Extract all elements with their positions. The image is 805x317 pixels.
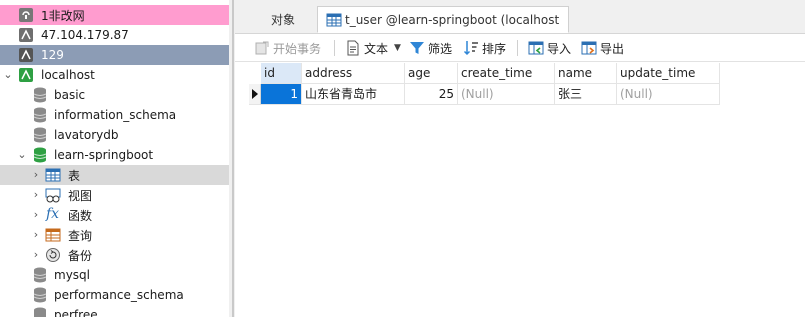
- toolbar-separator: [517, 40, 518, 56]
- tab-bar: 对象 t_user @learn-springboot (localhost).…: [235, 0, 805, 34]
- button-label: 开始事务: [273, 41, 322, 56]
- database-label: learn-springboot: [54, 148, 154, 162]
- tree-item-label: 备份: [68, 248, 93, 263]
- button-label: 导出: [600, 41, 625, 56]
- chevron-right-icon[interactable]: ›: [31, 249, 41, 260]
- tree-item-functions[interactable]: › fx 函数: [0, 205, 229, 225]
- chevron-down-icon[interactable]: ⌄: [3, 69, 13, 80]
- database-label: mysql: [54, 268, 90, 282]
- connection-label: 1非改网: [41, 8, 85, 23]
- column-header-id[interactable]: id: [261, 63, 302, 84]
- begin-transaction-button[interactable]: 开始事务: [254, 38, 321, 58]
- row-indicator-icon[interactable]: [249, 84, 261, 105]
- button-label: 排序: [482, 41, 507, 56]
- column-header-name[interactable]: name: [555, 63, 617, 84]
- main-area: 对象 t_user @learn-springboot (localhost).…: [235, 0, 805, 317]
- button-label: 导入: [547, 41, 572, 56]
- database-item[interactable]: mysql: [0, 265, 229, 285]
- cell-id[interactable]: 1: [261, 84, 302, 105]
- database-icon: [33, 267, 47, 283]
- cell-create-time[interactable]: (Null): [458, 84, 555, 105]
- tree-item-label: 表: [68, 168, 81, 183]
- export-icon: [581, 41, 597, 55]
- database-item[interactable]: lavatorydb: [0, 125, 229, 145]
- backup-icon: [46, 248, 60, 262]
- transaction-icon: [255, 41, 269, 55]
- database-icon: [33, 107, 47, 123]
- table-icon: [45, 168, 61, 182]
- text-view-button[interactable]: 文本 ▼: [345, 38, 401, 58]
- tree-item-tables[interactable]: › 表: [0, 165, 229, 185]
- chevron-right-icon[interactable]: ›: [31, 169, 41, 180]
- tree-item-queries[interactable]: › 查询: [0, 225, 229, 245]
- tree-item-views[interactable]: › 视图: [0, 185, 229, 205]
- database-label: perfree: [54, 308, 98, 317]
- mysql-dolphin-icon: [19, 68, 33, 82]
- mysql-dolphin-icon: [19, 28, 33, 42]
- tree-item-label: 视图: [68, 188, 93, 203]
- connection-localhost[interactable]: ⌄ localhost: [0, 65, 229, 85]
- dropdown-arrow-icon[interactable]: ▼: [394, 43, 401, 53]
- tree-item-backups[interactable]: › 备份: [0, 245, 229, 265]
- database-item[interactable]: information_schema: [0, 105, 229, 125]
- connection-icon: [19, 8, 33, 22]
- tab-label: t_user @learn-springboot (localhost)...: [345, 12, 560, 27]
- toolbar-separator: [334, 40, 335, 56]
- database-icon: [33, 127, 47, 143]
- chevron-right-icon[interactable]: ›: [31, 189, 41, 200]
- tree-item-label: 函数: [68, 208, 93, 223]
- database-icon: [33, 287, 47, 303]
- database-item[interactable]: performance_schema: [0, 285, 229, 305]
- cell-address[interactable]: 山东省青岛市: [302, 84, 405, 105]
- button-label: 文本: [364, 41, 389, 56]
- import-icon: [528, 41, 544, 55]
- connection-item-3[interactable]: 129: [0, 45, 229, 65]
- chevron-right-icon[interactable]: ›: [31, 209, 41, 220]
- database-icon: [34, 307, 46, 317]
- tab-table-t-user[interactable]: t_user @learn-springboot (localhost)...: [317, 6, 569, 33]
- cell-update-time[interactable]: (Null): [617, 84, 720, 105]
- connection-label: localhost: [41, 68, 95, 82]
- import-button[interactable]: 导入: [528, 38, 571, 58]
- database-label: performance_schema: [54, 288, 184, 302]
- cell-age[interactable]: 25: [405, 84, 458, 105]
- column-header-age[interactable]: age: [405, 63, 458, 84]
- connection-item-1[interactable]: 1非改网: [0, 5, 229, 25]
- database-item[interactable]: perfree: [0, 305, 229, 317]
- sort-icon: [463, 41, 478, 56]
- connection-item-2[interactable]: 47.104.179.87: [0, 25, 229, 45]
- chevron-down-icon[interactable]: ⌄: [17, 149, 27, 160]
- cell-name[interactable]: 张三: [555, 84, 617, 105]
- toolbar: 开始事务 文本 ▼ 筛选 排序 导入 导出: [235, 34, 805, 62]
- database-icon: [33, 87, 47, 103]
- mysql-dolphin-icon: [19, 48, 33, 62]
- column-header-update-time[interactable]: update_time: [617, 63, 720, 84]
- column-header-address[interactable]: address: [302, 63, 405, 84]
- sort-button[interactable]: 排序: [463, 38, 506, 58]
- database-item[interactable]: basic: [0, 85, 229, 105]
- database-label: basic: [54, 88, 86, 102]
- export-button[interactable]: 导出: [581, 38, 624, 58]
- database-label: information_schema: [54, 108, 177, 122]
- filter-button[interactable]: 筛选: [409, 38, 452, 58]
- query-icon: [45, 228, 61, 242]
- connection-label: 47.104.179.87: [41, 28, 129, 42]
- tab-label: 对象: [271, 13, 296, 27]
- function-icon: fx: [46, 206, 60, 222]
- navigation-pane: 1非改网 47.104.179.87 129 ⌄ localhost basic: [0, 0, 229, 317]
- chevron-right-icon[interactable]: ›: [31, 229, 41, 240]
- database-label: lavatorydb: [54, 128, 119, 142]
- table-icon: [326, 13, 342, 26]
- tree-item-label: 查询: [68, 228, 93, 243]
- view-icon: [45, 188, 61, 203]
- connection-label: 129: [41, 48, 64, 62]
- column-header-create-time[interactable]: create_time: [458, 63, 555, 84]
- filter-icon: [410, 42, 424, 54]
- button-label: 筛选: [428, 41, 453, 56]
- database-item-open[interactable]: ⌄ learn-springboot: [0, 145, 229, 165]
- tab-objects[interactable]: 对象: [263, 6, 303, 33]
- database-icon: [33, 147, 47, 163]
- document-icon: [347, 40, 359, 56]
